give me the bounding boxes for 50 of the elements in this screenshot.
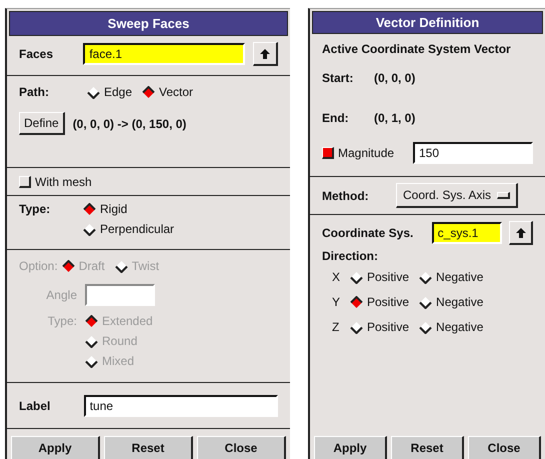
field-label: Faces — [19, 47, 54, 61]
end-value: (0, 1, 0) — [374, 111, 416, 125]
up-arrow-icon — [514, 226, 527, 238]
magnitude-field[interactable]: 150 — [413, 142, 533, 164]
field-label: Type: — [46, 314, 77, 328]
field-label: Angle — [45, 288, 77, 302]
radio-option[interactable]: Edge — [87, 85, 132, 99]
axis-label: Y — [332, 295, 342, 309]
footer-button[interactable]: Reset — [104, 436, 193, 459]
radio-option[interactable]: Positive — [350, 320, 410, 334]
method-dropdown[interactable]: Coord. Sys. Axis — [396, 183, 518, 208]
radio-option[interactable]: Perpendicular — [83, 222, 174, 236]
field-label: Method: — [322, 188, 370, 202]
field-label: End: — [322, 111, 350, 125]
radio-option[interactable]: Positive — [350, 295, 410, 309]
label-field[interactable]: tune — [84, 394, 278, 416]
radio-option[interactable]: Rigid — [83, 202, 174, 216]
coordinate-system-field[interactable]: c_sys.1 — [432, 222, 502, 244]
up-arrow-icon — [259, 48, 272, 60]
panel-title: Vector Definition — [312, 11, 543, 34]
field-label: Coordinate Sys. — [322, 226, 414, 240]
footer-button[interactable]: Apply — [314, 436, 387, 459]
faces-field[interactable]: face.1 — [83, 43, 246, 65]
field-label: Option: — [19, 259, 58, 273]
field-label: Label — [19, 398, 52, 412]
start-value: (0, 0, 0) — [374, 71, 416, 85]
panel-title: Sweep Faces — [9, 11, 288, 36]
radio-option[interactable]: Positive — [350, 270, 410, 284]
radio-option[interactable]: Negative — [419, 295, 484, 309]
footer-button[interactable]: Reset — [391, 436, 464, 459]
select-button[interactable] — [253, 42, 278, 66]
field-label: Path: — [19, 85, 50, 99]
footer-button[interactable]: Apply — [11, 436, 100, 459]
footer-button[interactable]: Close — [197, 436, 286, 459]
dropdown-icon — [497, 192, 510, 198]
magnitude-checkbox[interactable]: Magnitude — [322, 146, 413, 160]
radio-option[interactable]: Negative — [419, 320, 484, 334]
axis-label: X — [332, 270, 342, 284]
field-label: Start: — [322, 71, 354, 85]
vector-text: (0, 0, 0) -> (0, 150, 0) — [72, 116, 186, 130]
section-heading: Active Coordinate System Vector — [322, 42, 512, 56]
axis-label: Z — [332, 320, 340, 334]
radio-option[interactable]: Vector — [142, 85, 194, 99]
field-label: Type: — [19, 202, 52, 216]
select-button[interactable] — [509, 221, 533, 245]
footer-button[interactable]: Close — [468, 436, 541, 459]
mesh-checkbox[interactable]: With mesh — [19, 174, 278, 188]
define-button[interactable]: Define — [19, 112, 65, 135]
radio-option[interactable]: Negative — [419, 270, 484, 284]
field-label: Direction: — [322, 249, 380, 263]
